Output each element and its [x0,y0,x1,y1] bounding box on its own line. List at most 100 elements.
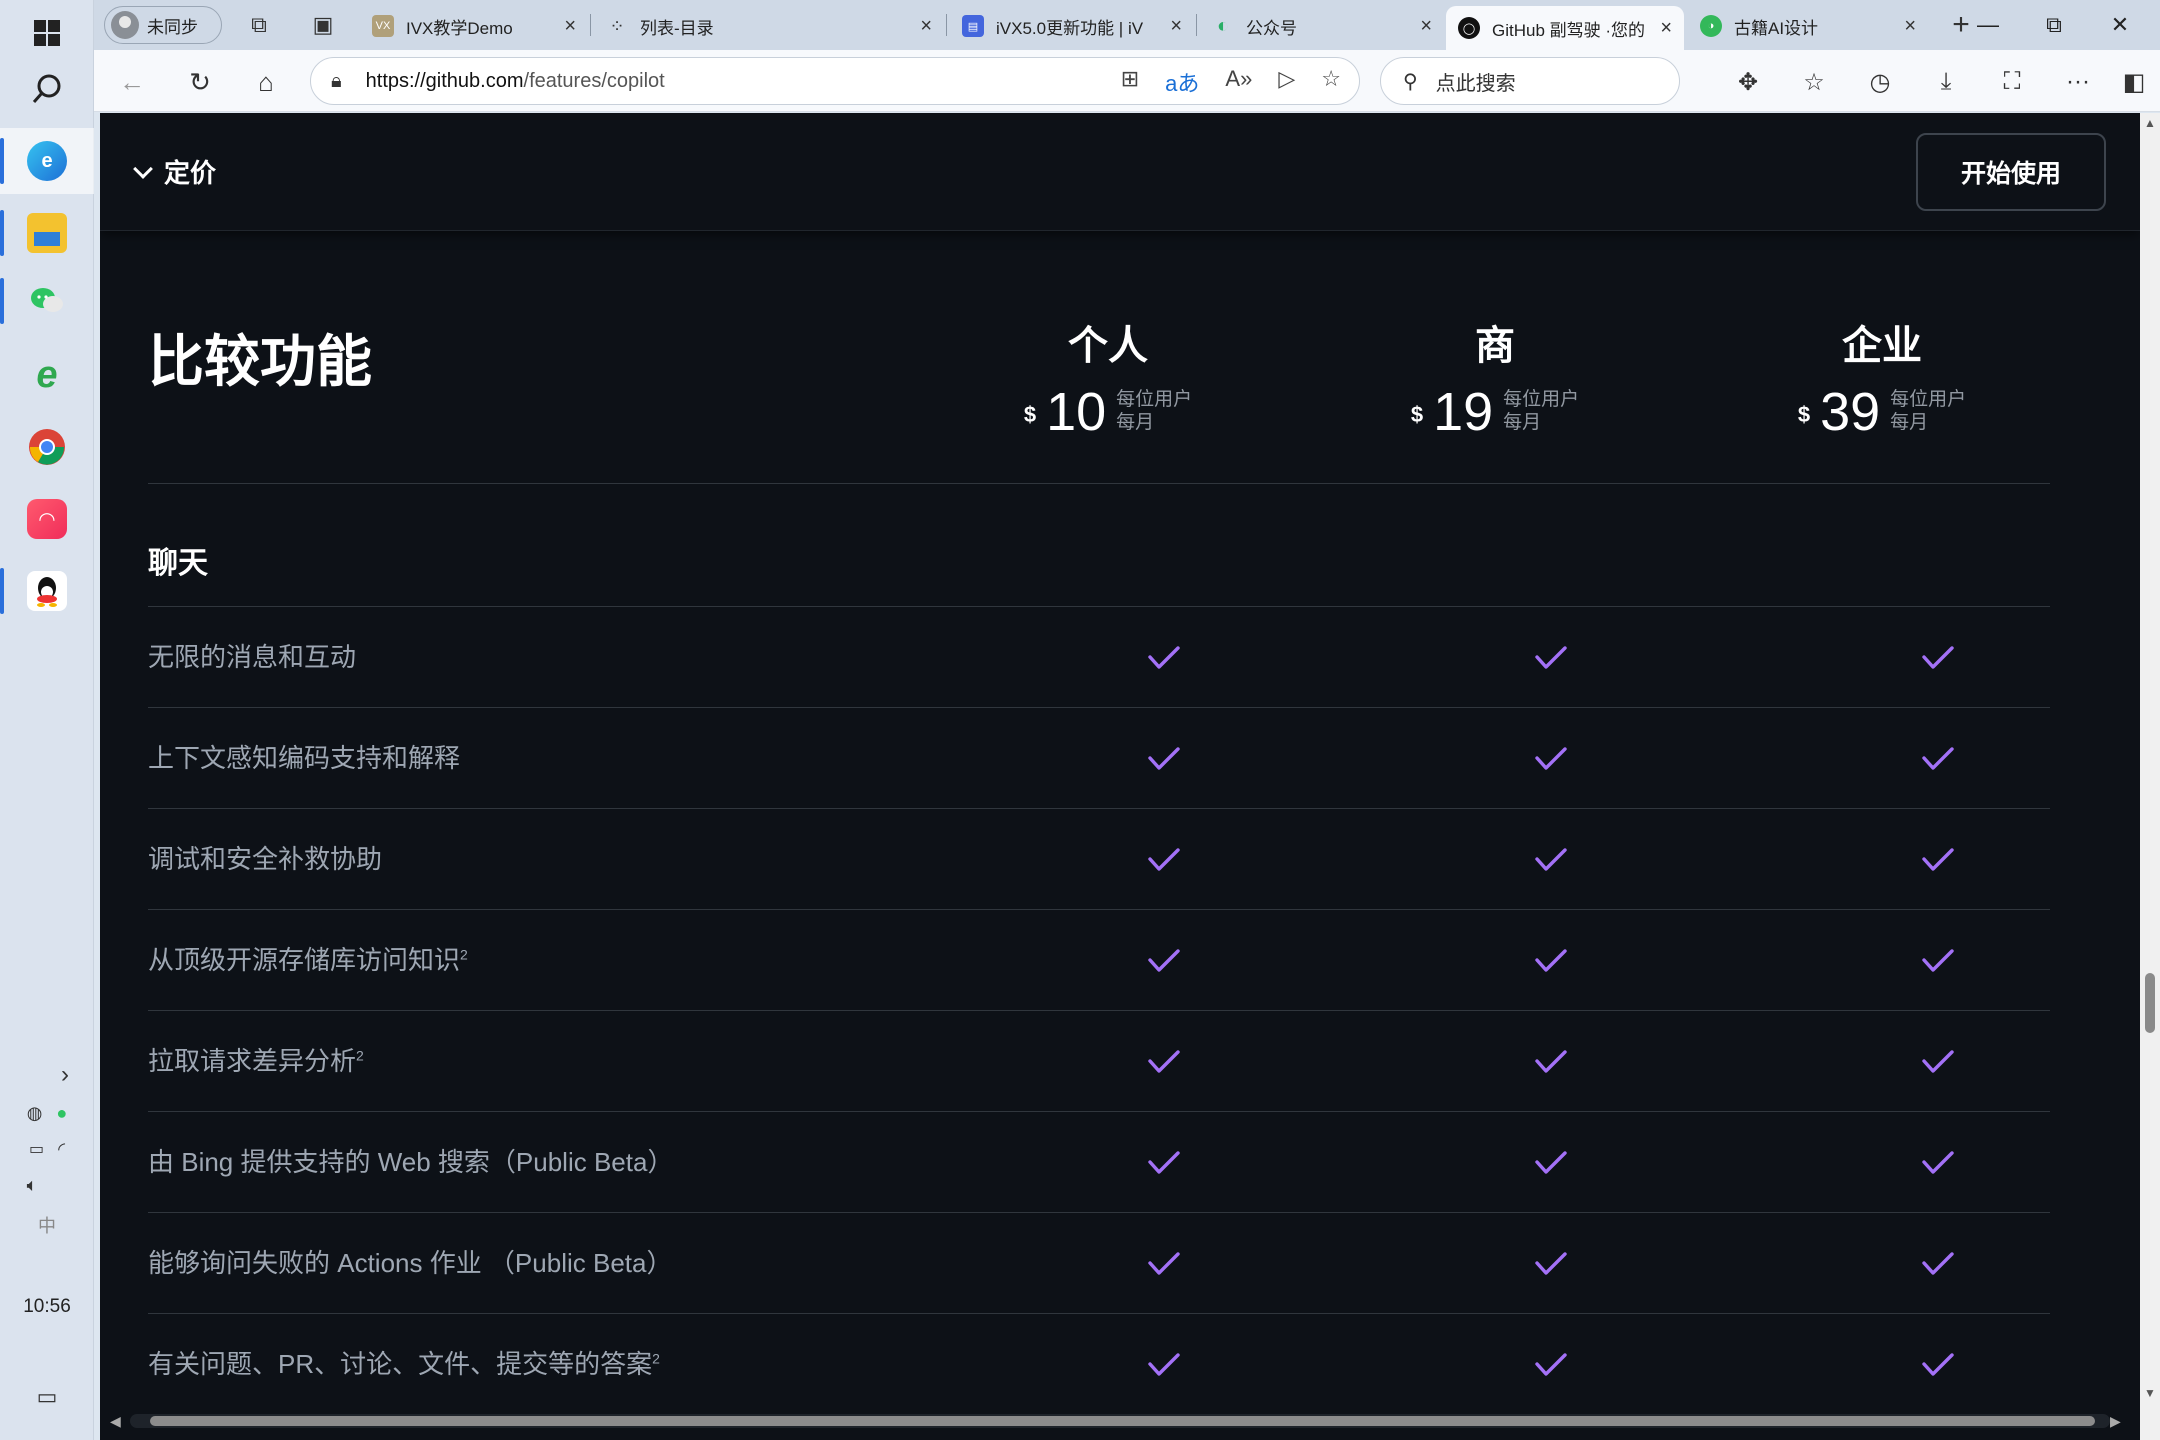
history-button[interactable]: ◷ [1860,62,1900,102]
check-icon [1148,1150,1180,1176]
workspaces-icon[interactable]: ⧉ [244,10,274,40]
screenshot-button[interactable]: ⛶ [1992,62,2032,102]
notification-button[interactable]: ▭ [0,1382,94,1412]
search-box[interactable]: ⚲ 点此搜索 [1380,57,1680,105]
translate-icon[interactable]: aあ [1165,66,1199,98]
tab-ancient-books-ai[interactable]: ◑ 古籍AI设计 × [1688,4,1928,48]
taskbar-chrome[interactable] [0,414,94,480]
address-bar[interactable]: 🔒︎ https://github.com/features/copilot ⊞… [310,57,1360,105]
scroll-up-icon[interactable]: ▲ [2144,117,2156,129]
downloads-button[interactable]: ⤓ [1926,62,1966,102]
check-icon [1148,1049,1180,1075]
immersive-reader-icon[interactable]: ▷ [1278,66,1295,98]
chrome-icon [29,429,65,465]
ime-label: 中 [38,1216,56,1236]
wifi-icon[interactable]: ◜ [58,1139,65,1160]
back-button[interactable]: ← [112,62,152,102]
taskbar-clock[interactable]: 10:56 [0,1296,94,1318]
tab-title: iVX5.0更新功能 | iV [996,18,1144,38]
taskbar-wechat[interactable] [0,268,94,334]
close-icon[interactable]: × [1420,15,1432,38]
avatar [111,11,139,39]
close-icon[interactable]: × [1660,17,1672,40]
plan-unit: 每位用户 每月 [1116,389,1193,433]
tab-title: IVX教学Demo [406,18,513,38]
plan-currency: $ [1410,402,1424,427]
check-icon [1535,1150,1567,1176]
ime-indicator[interactable]: 中 [0,1210,94,1240]
feature-label: 上下文感知编码支持和解释 [148,743,461,773]
get-started-button[interactable]: 开始使用 [1916,133,2106,211]
tab-title: 古籍AI设计 [1734,18,1819,38]
puzzle-icon: ✥ [1737,68,1759,96]
close-icon[interactable]: × [1904,15,1916,38]
feature-row: 调试和安全补救协助 [148,809,2050,910]
compare-features-title: 比较功能 [148,330,372,393]
scroll-thumb[interactable] [150,1416,2095,1426]
tab-github-copilot[interactable]: ◯ GitHub 副驾驶 ·您的 × [1446,6,1684,50]
taskbar-music[interactable]: ◠ [0,486,94,552]
refresh-button[interactable]: ↻ [180,62,220,102]
horizontal-scrollbar[interactable]: ◀ ▶ [100,1410,2140,1432]
tab-ivx-update[interactable]: ▤ iVX5.0更新功能 | iV × [950,4,1194,48]
taskbar-edge[interactable]: e [0,128,94,194]
feature-label: 从顶级开源存储库访问知识2 [148,945,468,975]
screenshot-icon: ⛶ [2003,68,2021,95]
plan-name: 企业 [1842,324,1922,368]
profile-button[interactable]: 未同步 [104,6,222,44]
footnote-marker[interactable]: 2 [652,1350,660,1366]
divider [148,483,2050,484]
scroll-left-icon[interactable]: ◀ [110,1413,121,1430]
restore-button[interactable]: ⧉ [2024,6,2084,44]
tab-list-catalog[interactable]: ⁘ 列表-目录 × [594,4,944,48]
qq-icon [27,571,67,611]
more-button[interactable]: ··· [2058,62,2098,102]
close-icon[interactable]: × [920,15,932,38]
feature-row: 无限的消息和互动 [148,607,2050,708]
section-title-chat: 聊天 [148,547,208,580]
dots-favicon: ⁘ [609,15,625,36]
history-icon: ◷ [1869,68,1891,96]
scroll-down-icon[interactable]: ▼ [2144,1387,2156,1399]
tab-official-account[interactable]: ◐ 公众号 × [1200,4,1444,48]
scroll-right-icon[interactable]: ▶ [2110,1413,2121,1430]
tab-actions-icon[interactable]: ▣ [308,10,338,40]
feature-label: 调试和安全补救协助 [148,844,383,874]
plan-enterprise: 企业 $ 39 每位用户 每月 [1732,313,2032,439]
read-aloud-icon[interactable]: A» [1225,66,1252,98]
footnote-marker[interactable]: 2 [356,1047,364,1063]
extensions-button[interactable]: ✥ [1728,62,1768,102]
favorite-star-icon[interactable]: ☆ [1321,66,1341,98]
check-icon [1922,1049,1954,1075]
taskbar-file-explorer[interactable] [0,200,94,266]
taskbar-ie[interactable]: e [0,342,94,408]
volume-button[interactable]: 🔈︎ [0,1170,94,1200]
taskbar-search-button[interactable] [0,56,94,122]
home-button[interactable]: ⌂ [246,62,286,102]
minimize-button[interactable]: — [1958,6,2018,44]
sidebar-toggle-button[interactable]: ◧ [2114,62,2154,102]
battery-icon[interactable]: ▭ [29,1139,44,1159]
footnote-marker[interactable]: 2 [460,946,468,962]
close-window-button[interactable]: ✕ [2090,6,2150,44]
feature-row: 从顶级开源存储库访问知识2 [148,910,2050,1011]
taskbar-qq[interactable] [0,558,94,624]
scroll-thumb[interactable] [2145,973,2155,1033]
taskbar: e e ◠ › ◍ ● ▭ ◜ 🔈︎ 中 10:56 ▭ [0,0,94,1440]
search-icon: ⚲ [1403,70,1418,93]
doc-favicon: ▤ [962,15,984,37]
app-available-icon[interactable]: ⊞ [1121,66,1139,98]
wechat-favicon: ◐ [1216,14,1230,37]
tray-expand-chevron[interactable]: › [0,1060,94,1090]
vertical-scrollbar[interactable]: ▲ ▼ [2140,113,2160,1440]
tab-ivx-demo[interactable]: VX IVX教学Demo × [360,4,588,48]
sticky-pricing-header: 定价 开始使用 [100,113,2140,231]
qq-tray-icon[interactable]: ◍ [27,1103,43,1124]
favorites-button[interactable]: ☆ [1794,62,1834,102]
pricing-toggle[interactable]: 定价 [133,153,216,190]
check-icon [1535,1049,1567,1075]
close-icon[interactable]: × [1170,15,1182,38]
wechat-tray-icon[interactable]: ● [56,1103,67,1124]
feature-row: 由 Bing 提供支持的 Web 搜索（Public Beta） [148,1112,2050,1213]
close-icon[interactable]: × [564,15,576,38]
